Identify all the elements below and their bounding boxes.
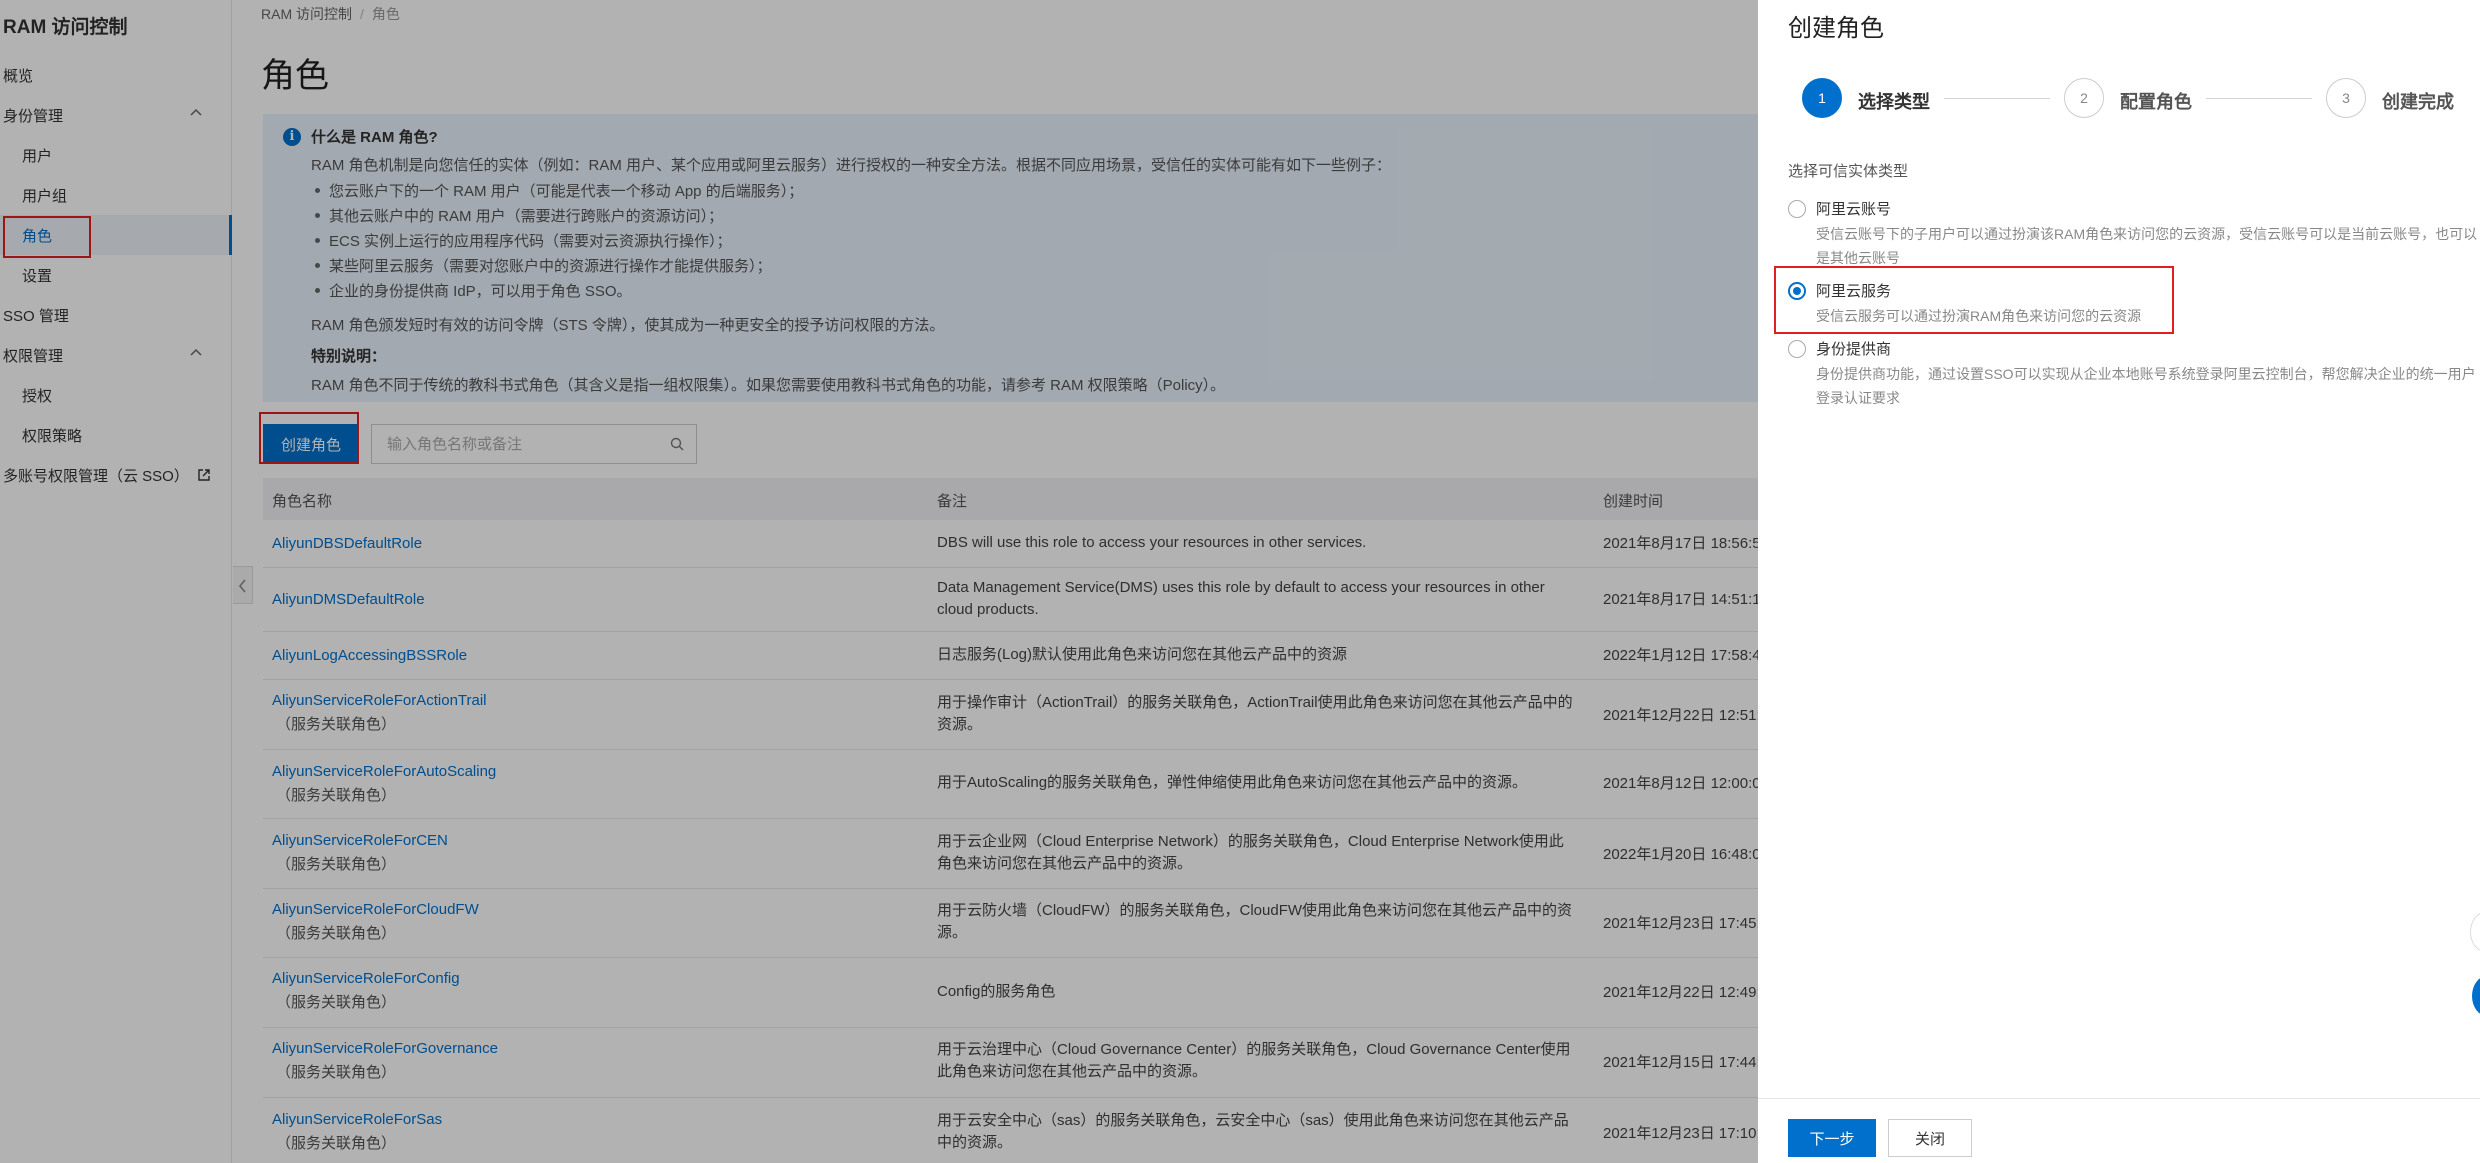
step-circle-1: 1 xyxy=(1802,78,1842,118)
step-connector xyxy=(2206,98,2312,99)
help-float-button[interactable] xyxy=(2472,976,2480,1016)
option-description: 身份提供商功能，通过设置SSO可以实现从企业本地账号系统登录阿里云控制台，帮您解… xyxy=(1816,366,2476,406)
step-label-1: 选择类型 xyxy=(1858,92,1930,112)
close-button[interactable]: 关闭 xyxy=(1888,1119,1972,1157)
radio-alibaba-account[interactable] xyxy=(1788,200,1806,218)
step-circle-2: 2 xyxy=(2064,78,2104,118)
radio-alibaba-service[interactable] xyxy=(1788,282,1806,300)
option-identity-provider[interactable]: 身份提供商 身份提供商功能，通过设置SSO可以实现从企业本地账号系统登录阿里云控… xyxy=(1788,338,2478,408)
drawer-title: 创建角色 xyxy=(1788,15,1884,42)
radio-identity-provider[interactable] xyxy=(1788,340,1806,358)
option-title: 阿里云账号 xyxy=(1816,201,1892,218)
step-circle-3: 3 xyxy=(2326,78,2366,118)
step-connector xyxy=(1944,98,2050,99)
option-description: 受信云账号下的子用户可以通过扮演该RAM角色来访问您的云资源，受信云账号可以是当… xyxy=(1816,226,2478,266)
step-indicator: 1 选择类型 2 配置角色 3 创建完成 xyxy=(1758,74,2480,126)
feedback-float-button[interactable] xyxy=(2470,912,2480,952)
drawer-footer: 下一步 关闭 xyxy=(1758,1098,2480,1163)
modal-overlay[interactable] xyxy=(0,0,1758,1163)
trusted-entity-label: 选择可信实体类型 xyxy=(1788,163,1909,180)
next-step-button[interactable]: 下一步 xyxy=(1788,1119,1876,1157)
step-label-2: 配置角色 xyxy=(2120,92,2192,112)
option-title: 身份提供商 xyxy=(1816,341,1892,358)
step-label-3: 创建完成 xyxy=(2382,92,2454,112)
option-title: 阿里云服务 xyxy=(1816,283,1892,300)
option-alibaba-service[interactable]: 阿里云服务 受信云服务可以通过扮演RAM角色来访问您的云资源 xyxy=(1788,280,2478,332)
option-alibaba-account[interactable]: 阿里云账号 受信云账号下的子用户可以通过扮演该RAM角色来访问您的云资源，受信云… xyxy=(1788,198,2478,268)
option-description: 受信云服务可以通过扮演RAM角色来访问您的云资源 xyxy=(1816,308,2142,324)
create-role-drawer: 创建角色 1 选择类型 2 配置角色 3 创建完成 选择可信实体类型 阿里云账号… xyxy=(1758,0,2480,1163)
